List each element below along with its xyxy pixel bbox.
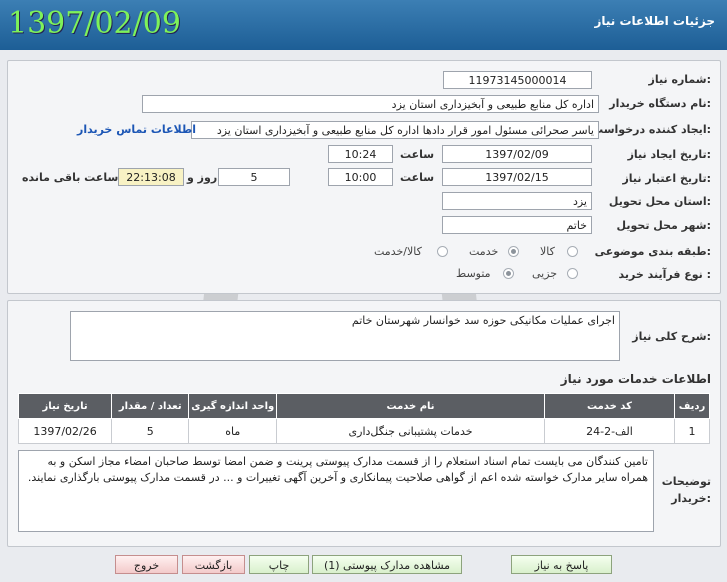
need-number-field: 11973145000014 [443,71,592,89]
process-medium-label: متوسط [456,267,491,280]
remaining-time-label: ساعت باقی مانده [22,171,119,184]
buyer-notes-field: تامین کنندگان می بایست تمام اسناد استعلا… [18,450,654,532]
buyer-org-field: اداره کل منابع طبیعی و آبخیزداری استان ی… [142,95,599,113]
buyer-org-label: نام دستگاه خریدار: [609,97,711,110]
category-service-label: خدمت [469,245,499,258]
created-time-label: ساعت [400,148,435,161]
cell-qty: 5 [111,418,190,444]
city-field: خاتم [442,216,592,234]
view-attachments-button[interactable]: مشاهده مدارک پیوستی (1) [312,555,462,574]
validity-date-field: 1397/02/15 [442,168,592,186]
col-row: ردیف [674,393,710,419]
col-qty: تعداد / مقدار [111,393,190,419]
validity-time-label: ساعت [400,171,435,184]
process-medium-radio[interactable] [503,268,514,279]
province-field: یزد [442,192,592,210]
buyer-notes-label: توضیحات [661,475,711,488]
cell-row: 1 [674,418,710,444]
cell-service-code: الف-2-24 [543,418,676,444]
validity-date-label: تاریخ اعتبار نیاز: [622,172,711,185]
validity-time-field: 10:00 [328,168,393,186]
cell-service-name: خدمات پشتیبانی جنگل‌داری [276,418,545,444]
exit-button[interactable]: خروج [115,555,178,574]
page-title: جزئیات اطلاعات نیاز [594,14,715,28]
province-label: استان محل تحویل: [608,195,711,208]
created-date-field: 1397/02/09 [442,145,592,163]
back-button[interactable]: بازگشت [182,555,245,574]
category-goods-service-radio[interactable] [437,246,448,257]
cell-unit: ماه [188,418,278,444]
city-label: شهر محل تحویل: [616,219,711,232]
buyer-contact-link[interactable]: اطلاعات تماس خریدار [77,123,196,136]
requester-label: ایجاد کننده درخواست: [592,123,711,136]
days-word: روز و [187,171,218,184]
days-remaining-field: 5 [218,168,290,186]
reply-button[interactable]: پاسخ به نیاز [511,555,612,574]
remaining-time-field: 22:13:08 [118,168,184,186]
services-heading: اطلاعات خدمات مورد نیاز [560,372,711,386]
col-service-code: کد خدمت [543,393,676,419]
process-minor-radio[interactable] [567,268,578,279]
table-row: 1397/02/26 5 ماه خدمات پشتیبانی جنگل‌دار… [17,418,710,444]
print-button[interactable]: چاپ [249,555,309,574]
created-time-field: 10:24 [328,145,393,163]
process-label: نوع فرآیند خرید : [618,268,711,281]
category-label: طبقه بندی موضوعی: [594,245,711,258]
category-service-radio[interactable] [508,246,519,257]
col-date: تاریخ نیاز [17,393,113,419]
category-goods-radio[interactable] [567,246,578,257]
col-unit: واحد اندازه گیری [188,393,278,419]
category-goods-label: کالا [540,245,555,258]
cell-date: 1397/02/26 [17,418,113,444]
buyer-notes-label-2: خریدار: [671,492,711,505]
category-goods-service-label: کالا/خدمت [374,245,422,258]
process-minor-label: جزیی [532,267,558,280]
page-header: 1397/02/09 جزئیات اطلاعات نیاز [0,0,727,50]
date-stamp: 1397/02/09 [8,6,181,41]
summary-field: اجرای عملیات مکانیکی حوزه سد خوانسار شهر… [70,311,620,361]
services-table: تاریخ نیاز تعداد / مقدار واحد اندازه گیر… [17,393,710,444]
requester-field: یاسر صحرائی مسئول امور قرار دادها اداره … [191,121,599,139]
created-date-label: تاریخ ایجاد نیاز: [627,148,711,161]
summary-label: شرح کلی نیاز: [632,330,711,343]
need-number-label: شماره نیاز: [648,73,711,86]
col-service-name: نام خدمت [276,393,545,419]
